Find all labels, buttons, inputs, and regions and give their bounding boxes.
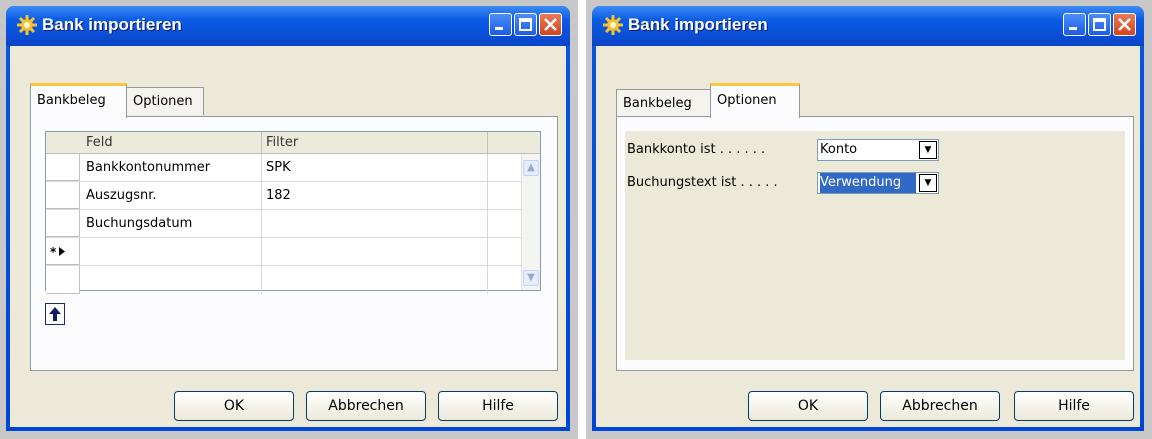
tab-optionen[interactable]: Optionen (126, 87, 204, 115)
minimize-icon (1069, 27, 1077, 30)
dialog-client-area: Bankbeleg Optionen Bankkonto ist . . . .… (596, 46, 1140, 427)
cell-feld[interactable]: Bankkontonummer (82, 154, 262, 181)
cell-filter[interactable]: SPK (262, 154, 488, 181)
cell-filter[interactable] (262, 266, 488, 294)
maximize-icon (1093, 18, 1106, 31)
gear-icon (17, 15, 37, 35)
tab-label: Optionen (717, 93, 777, 108)
grid-header-filler (488, 132, 540, 154)
scroll-up-icon[interactable]: ▲ (523, 160, 539, 176)
bankkonto-value: Konto (820, 142, 858, 157)
minimize-button[interactable] (1063, 13, 1086, 36)
column-header-feld[interactable]: Feld (82, 132, 262, 154)
maximize-button[interactable] (1088, 13, 1111, 36)
window-title: Bank importieren (628, 15, 768, 34)
window-title: Bank importieren (42, 15, 182, 34)
scroll-down-icon[interactable]: ▼ (523, 270, 539, 286)
ok-button[interactable]: OK (748, 391, 868, 421)
tab-label: Bankbeleg (623, 96, 692, 111)
row-selector[interactable] (46, 154, 80, 181)
new-record-icon: * (50, 245, 65, 259)
row-selector[interactable] (46, 210, 80, 237)
tab-label: Optionen (133, 94, 193, 109)
tab-label: Bankbeleg (37, 93, 106, 108)
options-area: Bankkonto ist . . . . . . Konto ▼ Buchun… (625, 131, 1125, 360)
buchungstext-label: Buchungstext ist . . . . . (627, 175, 778, 190)
buchungstext-select[interactable]: Verwendung ▼ (817, 172, 939, 194)
grid-corner-header (46, 132, 82, 154)
cell-feld[interactable]: Buchungsdatum (82, 210, 262, 237)
dialog-client-area: Bankbeleg Optionen Feld Filter Bankkonto… (10, 46, 566, 427)
abbrechen-button[interactable]: Abbrechen (880, 391, 1000, 421)
dialog-bank-importieren-bankbeleg: Bank importieren Bankbeleg Optionen Feld… (0, 0, 578, 439)
abbrechen-button[interactable]: Abbrechen (306, 391, 426, 421)
tab-bankbeleg[interactable]: Bankbeleg (616, 89, 712, 117)
vertical-scrollbar[interactable]: ▲ ▼ (521, 154, 540, 290)
minimize-button[interactable] (489, 13, 512, 36)
gear-icon (603, 15, 623, 35)
dialog-bank-importieren-optionen: Bank importieren Bankbeleg Optionen Bank… (586, 0, 1152, 439)
close-button[interactable] (539, 13, 562, 36)
cell-feld[interactable]: Auszugsnr. (82, 182, 262, 209)
close-icon (544, 18, 557, 31)
window-frame: Bank importieren Bankbeleg Optionen (592, 6, 1144, 431)
svg-text:*: * (50, 245, 57, 259)
table-row[interactable]: Bankkontonummer SPK (46, 154, 522, 182)
close-icon (1118, 18, 1131, 31)
maximize-button[interactable] (514, 13, 537, 36)
table-row[interactable]: Auszugsnr. 182 (46, 182, 522, 210)
buchungstext-value: Verwendung (820, 173, 916, 193)
minimize-icon (495, 27, 503, 30)
bankkonto-label: Bankkonto ist . . . . . . (627, 142, 766, 157)
window-frame: Bank importieren Bankbeleg Optionen (6, 6, 570, 431)
cell-filter[interactable]: 182 (262, 182, 488, 209)
cell-filter[interactable] (262, 210, 488, 237)
chevron-down-icon[interactable]: ▼ (919, 141, 937, 159)
row-selector[interactable] (46, 182, 80, 209)
column-header-filter[interactable]: Filter (262, 132, 488, 154)
hilfe-button[interactable]: Hilfe (1014, 391, 1134, 421)
filter-grid: Feld Filter Bankkontonummer SPK Auszugsn… (45, 131, 541, 294)
arrow-up-icon (49, 307, 61, 321)
cell-filter[interactable] (262, 238, 488, 265)
cell-feld[interactable] (82, 266, 262, 294)
row-selector-new[interactable]: * (46, 238, 80, 265)
cell-feld[interactable] (82, 238, 262, 265)
table-row[interactable] (46, 266, 522, 294)
maximize-icon (519, 18, 532, 31)
tab-bankbeleg[interactable]: Bankbeleg (30, 83, 127, 118)
tab-optionen[interactable]: Optionen (710, 83, 800, 118)
tab-panel-optionen: Bankkonto ist . . . . . . Konto ▼ Buchun… (616, 116, 1134, 371)
row-selector[interactable] (46, 266, 80, 294)
title-bar[interactable]: Bank importieren (592, 6, 1144, 46)
title-bar[interactable]: Bank importieren (6, 6, 570, 46)
ok-button[interactable]: OK (174, 391, 294, 421)
bankkonto-select[interactable]: Konto ▼ (817, 139, 939, 161)
move-up-button[interactable] (45, 303, 65, 325)
hilfe-button[interactable]: Hilfe (438, 391, 558, 421)
tab-panel-bankbeleg: Feld Filter Bankkontonummer SPK Auszugsn… (30, 116, 558, 371)
close-button[interactable] (1113, 13, 1136, 36)
chevron-down-icon[interactable]: ▼ (919, 174, 937, 192)
table-row-new[interactable]: * (46, 238, 522, 266)
table-row[interactable]: Buchungsdatum (46, 210, 522, 238)
